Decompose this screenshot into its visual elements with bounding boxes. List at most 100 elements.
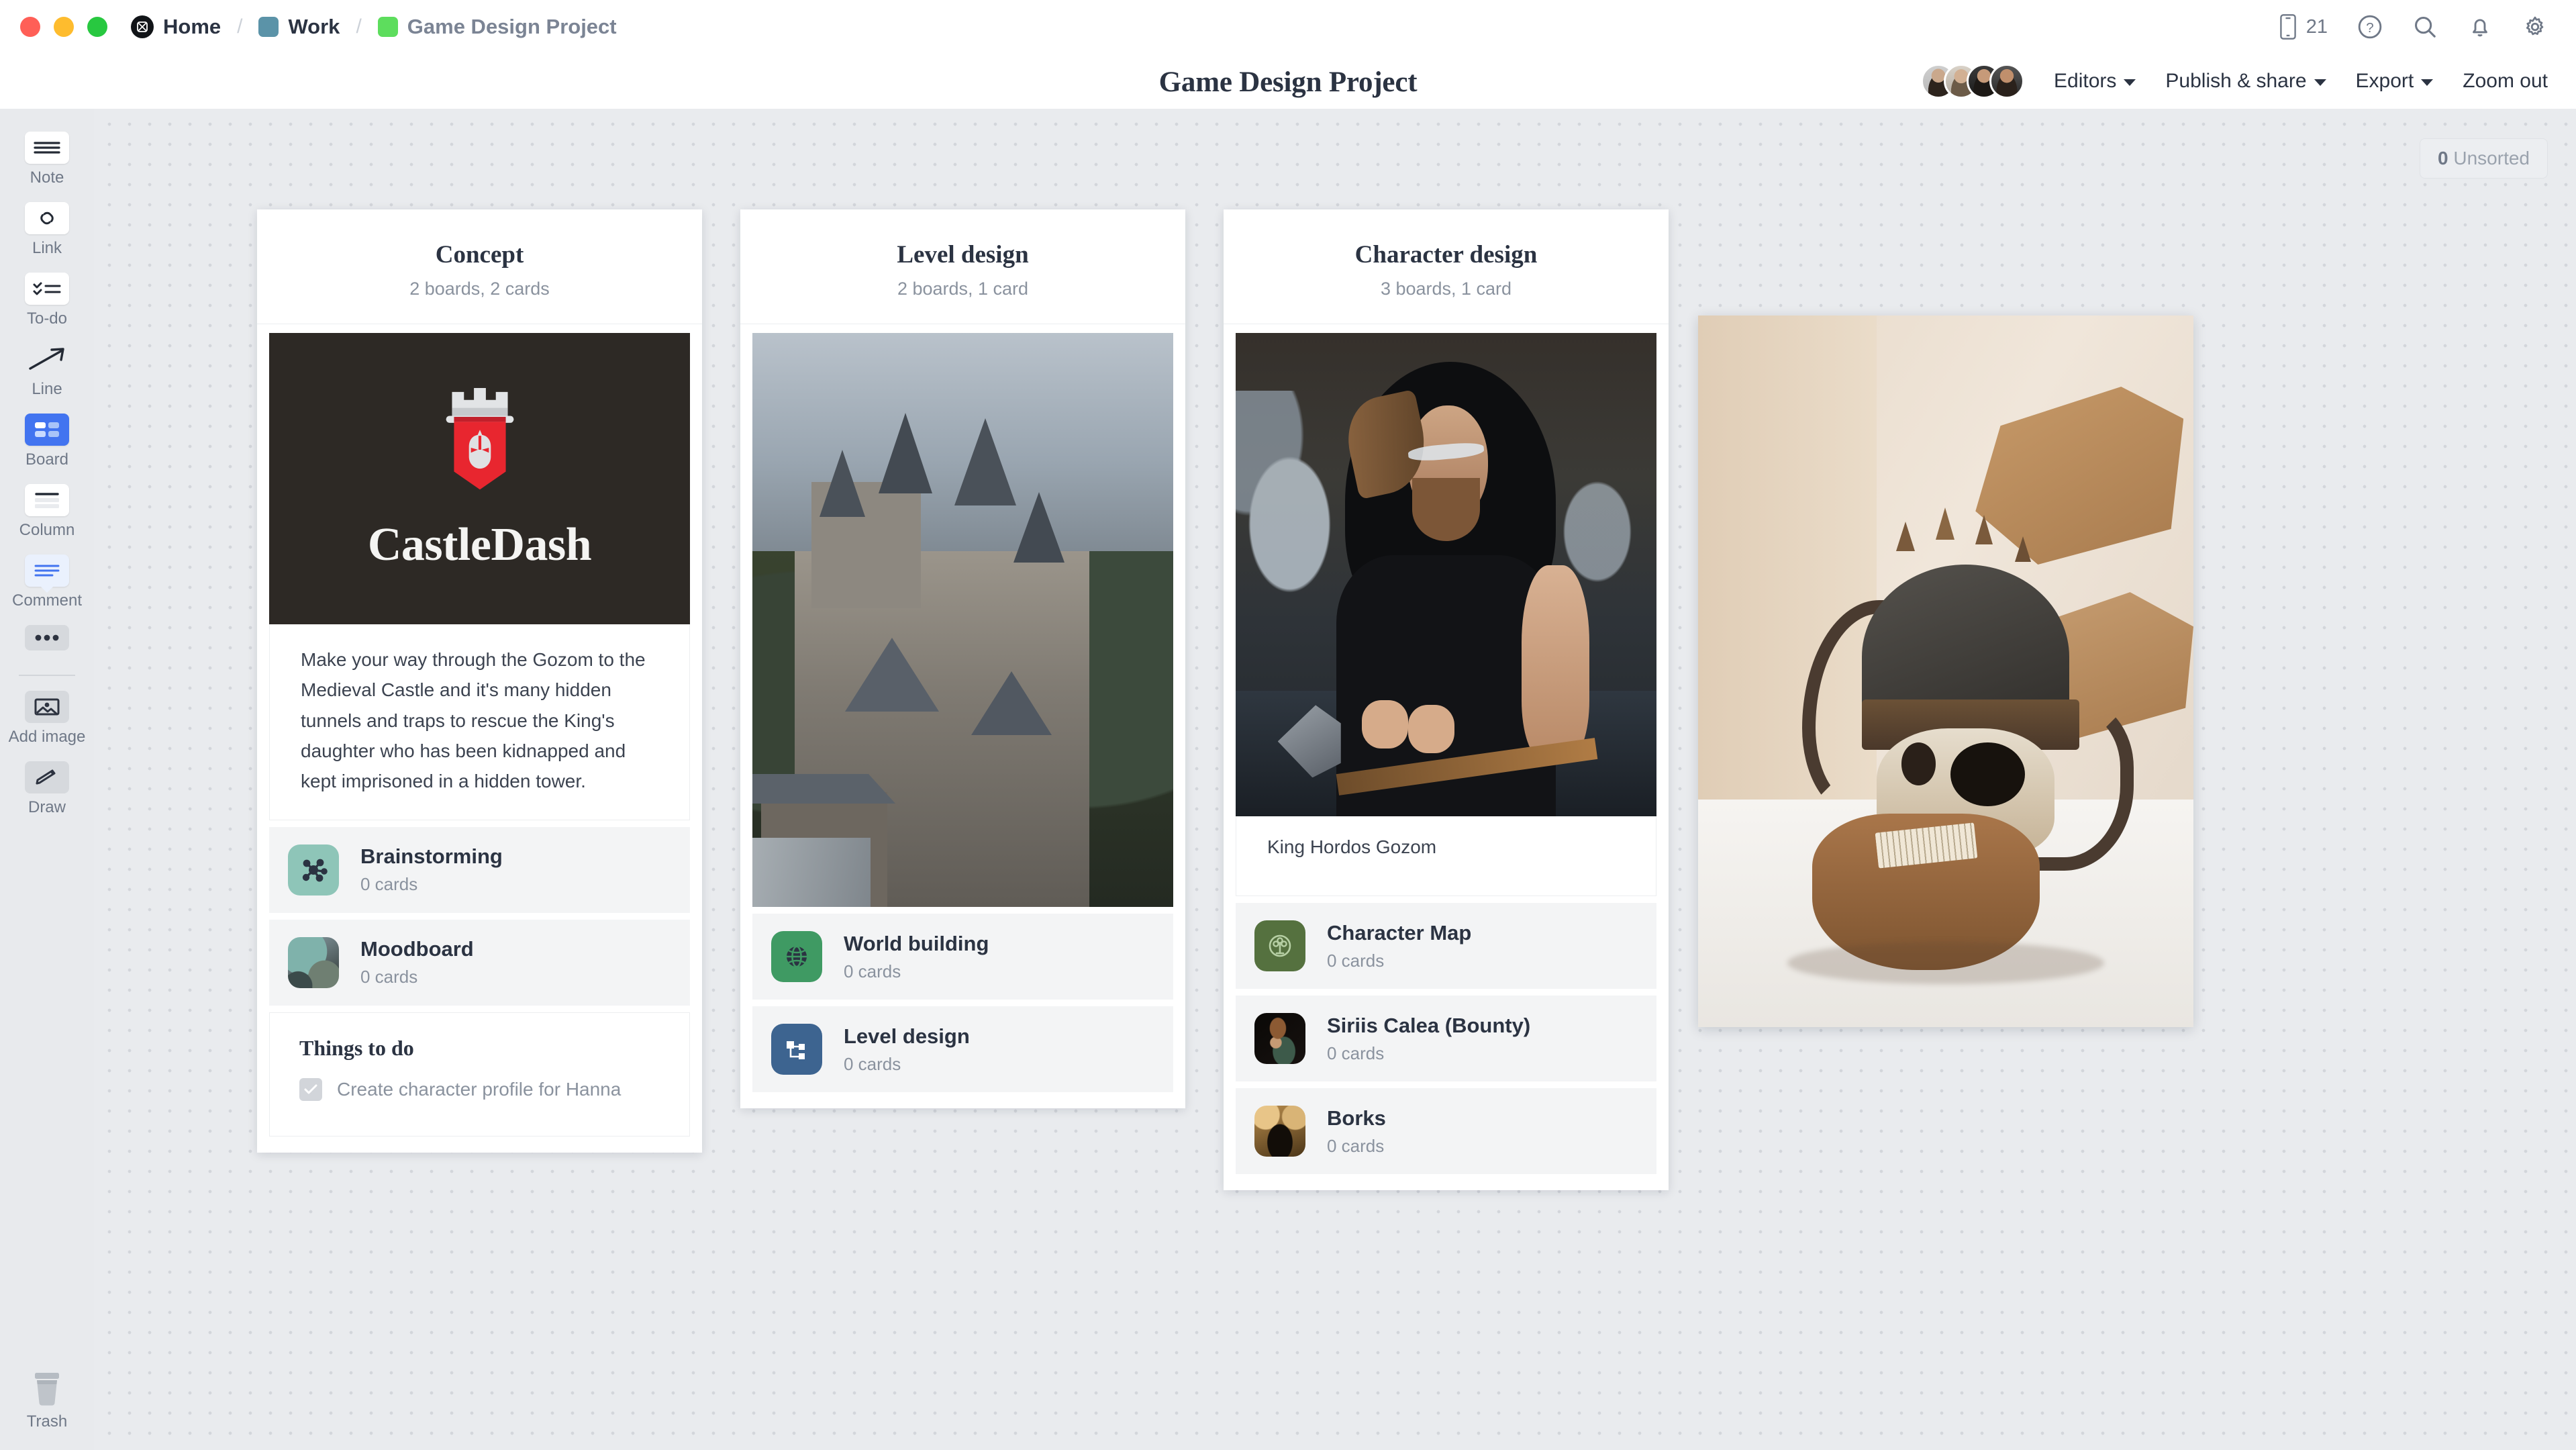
tool-link-label: Link xyxy=(32,239,62,257)
column-title: Character design xyxy=(1354,241,1538,269)
board-item-world-building[interactable]: World building 0 cards xyxy=(752,914,1173,1000)
trash-label: Trash xyxy=(26,1412,68,1431)
board-item-brainstorming[interactable]: Brainstorming 0 cards xyxy=(269,826,690,913)
breadcrumb-item-project[interactable]: Game Design Project xyxy=(377,15,617,39)
breadcrumb-home-label: Home xyxy=(163,15,221,38)
board-card-count: 0 cards xyxy=(844,961,901,981)
trash-button[interactable]: Trash xyxy=(0,1369,94,1431)
unsorted-badge[interactable]: 0 Unsorted xyxy=(2420,138,2548,179)
column-icon xyxy=(24,484,69,516)
tool-board[interactable]: Board xyxy=(25,414,69,469)
tool-comment-label: Comment xyxy=(11,591,83,610)
export-menu-button[interactable]: Export xyxy=(2356,70,2434,93)
board-card-count: 0 cards xyxy=(360,967,418,987)
board-name: Siriis Calea (Bounty) xyxy=(1327,1013,1531,1037)
tool-link[interactable]: Link xyxy=(25,202,69,258)
search-icon[interactable] xyxy=(2412,14,2438,40)
board-name: World building xyxy=(844,931,989,955)
column-subtitle: 3 boards, 1 card xyxy=(1380,279,1512,299)
column-concept[interactable]: Concept 2 boards, 2 cards CastleDash Mak… xyxy=(257,209,702,1153)
castledash-crest-icon xyxy=(446,387,513,489)
concept-note-text: Make your way through the Gozom to the M… xyxy=(301,649,646,792)
unsorted-count: 0 xyxy=(2438,148,2448,168)
sitemap-icon xyxy=(771,1024,822,1075)
board-card-count: 0 cards xyxy=(844,1053,901,1074)
mobile-devices-button[interactable]: 21 xyxy=(2278,13,2328,40)
pencil-icon xyxy=(25,761,69,793)
board-icon xyxy=(25,414,69,446)
minimize-window-button[interactable] xyxy=(54,17,74,37)
avatar[interactable] xyxy=(1989,64,2025,99)
column-character-design[interactable]: Character design 3 boards, 1 card King H… xyxy=(1224,209,1669,1190)
board-item-moodboard[interactable]: Moodboard 0 cards xyxy=(269,919,690,1006)
bounty-portrait-thumb xyxy=(1254,1013,1305,1064)
editors-menu-button[interactable]: Editors xyxy=(2054,70,2136,93)
image-card-viking-skull[interactable] xyxy=(1698,316,2193,1027)
tool-comment[interactable]: Comment xyxy=(12,554,82,610)
column-level-design-header: Level design 2 boards, 1 card xyxy=(740,209,1185,324)
bell-icon[interactable] xyxy=(2467,14,2493,40)
board-item-borks[interactable]: Borks 0 cards xyxy=(1236,1088,1656,1174)
tool-add-image[interactable]: Add image xyxy=(8,691,86,746)
card-viking-caption: King Hordos Gozom xyxy=(1236,816,1656,896)
column-subtitle: 2 boards, 2 cards xyxy=(409,279,550,299)
tool-board-label: Board xyxy=(25,450,69,469)
card-things-to-do[interactable]: Things to do Create character profile fo… xyxy=(269,1012,690,1137)
gear-icon[interactable] xyxy=(2522,14,2548,40)
tool-note[interactable]: Note xyxy=(25,132,69,187)
column-level-design[interactable]: Level design 2 boards, 1 card World buil… xyxy=(740,209,1185,1108)
export-menu-label: Export xyxy=(2355,70,2414,92)
card-viking-photo[interactable] xyxy=(1236,333,1656,816)
breadcrumb: Home / Work / Game Design Project xyxy=(131,15,617,39)
zoom-out-label: Zoom out xyxy=(2463,70,2548,92)
editors-menu-label: Editors xyxy=(2054,70,2117,92)
window-controls[interactable] xyxy=(20,17,107,37)
card-castledash-logo[interactable]: CastleDash xyxy=(269,333,690,624)
zoom-out-button[interactable]: Zoom out xyxy=(2463,70,2548,93)
tool-draw[interactable]: Draw xyxy=(25,761,69,817)
tool-add-image-label: Add image xyxy=(8,728,86,746)
mobile-icon xyxy=(2279,14,2296,40)
publish-share-menu-button[interactable]: Publish & share xyxy=(2165,70,2326,93)
maximize-window-button[interactable] xyxy=(87,17,107,37)
help-icon[interactable]: ? xyxy=(2357,14,2383,40)
close-window-button[interactable] xyxy=(20,17,40,37)
tool-draw-label: Draw xyxy=(28,798,66,816)
globe-icon xyxy=(771,931,822,982)
board-card-count: 0 cards xyxy=(1327,1135,1385,1156)
board-name: Level design xyxy=(844,1024,970,1048)
todo-card-title: Things to do xyxy=(299,1035,414,1060)
tool-todo[interactable]: To-do xyxy=(25,273,69,328)
line-icon xyxy=(25,343,69,375)
link-icon xyxy=(25,202,69,234)
todo-icon xyxy=(25,273,69,305)
card-concept-note[interactable]: Make your way through the Gozom to the M… xyxy=(269,624,690,820)
column-subtitle: 2 boards, 1 card xyxy=(897,279,1029,299)
editor-avatars[interactable] xyxy=(1921,64,2025,99)
breadcrumb-separator-1: / xyxy=(237,15,243,38)
card-castle-photo[interactable] xyxy=(752,333,1173,907)
toolbar-divider xyxy=(19,675,75,676)
more-dots-icon xyxy=(25,625,69,650)
board-name: Brainstorming xyxy=(360,844,503,869)
checkbox-checked-icon[interactable] xyxy=(299,1077,322,1101)
workspace-color-swatch xyxy=(258,17,279,37)
tool-todo-label: To-do xyxy=(26,309,68,328)
todo-item[interactable]: Create character profile for Hanna xyxy=(299,1077,660,1101)
topbar-actions: 21 ? xyxy=(2278,13,2548,40)
tool-more[interactable] xyxy=(25,625,69,650)
publish-share-menu-label: Publish & share xyxy=(2165,70,2307,92)
image-icon xyxy=(25,691,69,723)
board-canvas[interactable]: 0 Unsorted Concept 2 boards, 2 cards Cas… xyxy=(94,109,2576,1450)
board-item-character-map[interactable]: Character Map 0 cards xyxy=(1236,903,1656,989)
svg-text:?: ? xyxy=(2366,20,2373,36)
breadcrumb-item-workspace[interactable]: Work xyxy=(258,15,340,39)
chevron-down-icon xyxy=(2314,79,2326,86)
board-card-count: 0 cards xyxy=(1327,950,1385,971)
tool-line[interactable]: Line xyxy=(25,343,69,399)
board-item-level-design[interactable]: Level design 0 cards xyxy=(752,1006,1173,1092)
board-item-siriis-calea[interactable]: Siriis Calea (Bounty) 0 cards xyxy=(1236,996,1656,1081)
tool-column[interactable]: Column xyxy=(19,484,75,540)
breadcrumb-item-home[interactable]: Home xyxy=(131,15,221,39)
document-header: Game Design Project Editors Publish & sh… xyxy=(0,54,2576,109)
